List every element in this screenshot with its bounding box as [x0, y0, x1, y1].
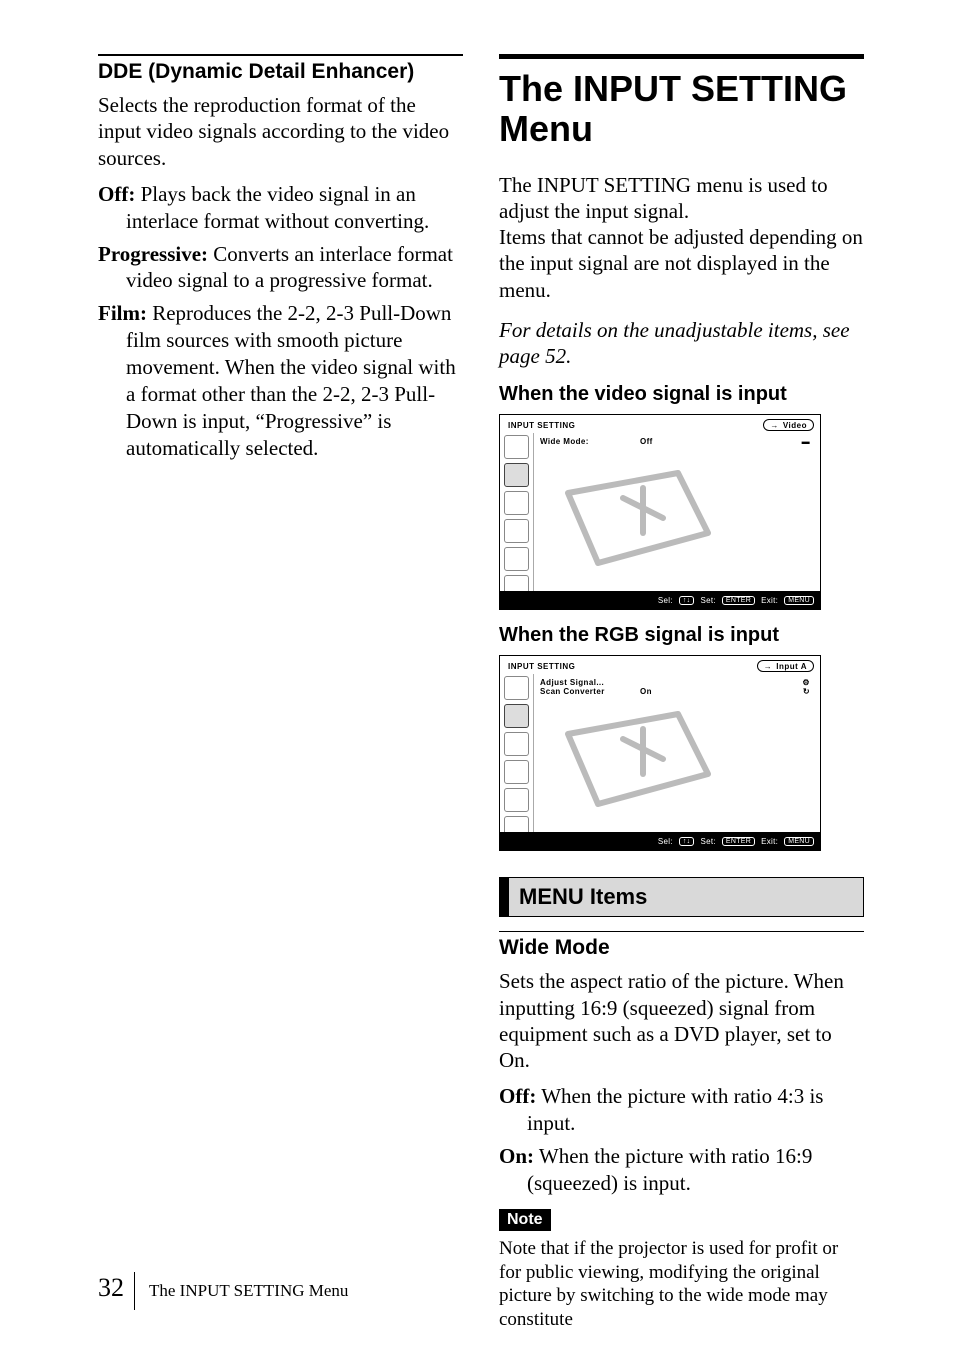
osd-row-wide-mode[interactable]: Wide Mode: Off ▬	[540, 437, 814, 446]
arrows-icon: ↑↓	[679, 837, 695, 846]
term: Progressive:	[98, 242, 208, 266]
when-rgb-heading: When the RGB signal is input	[499, 624, 864, 647]
osd-row-value	[640, 678, 680, 687]
osd-row-label: Wide Mode:	[540, 437, 640, 446]
osd-tab-icon[interactable]	[504, 435, 529, 459]
osd-body: Adjust Signal... ⚙ Scan Converter On ↻	[500, 674, 820, 832]
dde-item-off: Off: Plays back the video signal in an i…	[98, 181, 463, 235]
convert-icon: ↻	[680, 687, 814, 696]
osd-tab-icon[interactable]	[504, 463, 529, 487]
dde-item-progressive: Progressive: Converts an interlace forma…	[98, 241, 463, 295]
osd-row-label: Adjust Signal...	[540, 678, 640, 687]
osd-footer-sel: Sel:	[658, 596, 673, 605]
osd-footer-set: Set:	[700, 596, 715, 605]
osd-tab-icon[interactable]	[504, 547, 529, 571]
wide-mode-body: Sets the aspect ratio of the picture. Wh…	[499, 968, 864, 1073]
osd-row-value: Off	[640, 437, 680, 446]
dde-item-film: Film: Reproduces the 2-2, 2-3 Pull-Down …	[98, 300, 463, 461]
enter-badge: ENTER	[722, 596, 755, 605]
term: Film:	[98, 301, 147, 325]
osd-main: Wide Mode: Off ▬	[534, 433, 820, 591]
wide-mode-list: Off: When the picture with ratio 4:3 is …	[499, 1083, 864, 1197]
wide-mode-on: On: When the picture with ratio 16:9 (sq…	[499, 1143, 864, 1197]
two-column-layout: DDE (Dynamic Detail Enhancer) Selects th…	[98, 54, 864, 1332]
osd-screenshot-rgb: INPUT SETTING → Input A	[499, 655, 821, 851]
osd-main: Adjust Signal... ⚙ Scan Converter On ↻	[534, 674, 820, 832]
menu-badge: MENU	[784, 596, 814, 605]
osd-source-pill: → Video	[763, 419, 814, 431]
term: Off:	[98, 182, 135, 206]
aspect-icon: ▬	[680, 437, 814, 446]
osd-tab-icon[interactable]	[504, 519, 529, 543]
def: When the picture with ratio 16:9 (squeez…	[527, 1144, 812, 1195]
osd-sidebar	[500, 674, 534, 832]
right-column: The INPUT SETTING Menu The INPUT SETTING…	[499, 54, 864, 1332]
osd-background-logo-icon	[548, 463, 718, 573]
settings-icon: ⚙	[680, 678, 814, 687]
osd-footer-exit: Exit:	[761, 596, 778, 605]
wide-mode-off: Off: When the picture with ratio 4:3 is …	[499, 1083, 864, 1137]
osd-header: INPUT SETTING → Input A	[500, 656, 820, 674]
osd-header: INPUT SETTING → Video	[500, 415, 820, 433]
enter-badge: ENTER	[722, 837, 755, 846]
section-rule: DDE (Dynamic Detail Enhancer)	[98, 54, 463, 84]
term: On:	[499, 1144, 534, 1168]
osd-footer-exit: Exit:	[761, 837, 778, 846]
input-arrow-icon: →	[764, 662, 773, 671]
osd-source: Video	[783, 421, 807, 430]
osd-sidebar	[500, 433, 534, 591]
left-column: DDE (Dynamic Detail Enhancer) Selects th…	[98, 54, 463, 1332]
arrows-icon: ↑↓	[679, 596, 695, 605]
page-number: 32	[98, 1273, 124, 1303]
osd-tab-icon[interactable]	[504, 788, 529, 812]
when-video-heading: When the video signal is input	[499, 383, 864, 406]
osd-title: INPUT SETTING	[508, 662, 757, 671]
osd-body: Wide Mode: Off ▬	[500, 433, 820, 591]
def: Plays back the video signal in an interl…	[126, 182, 429, 233]
osd-screenshot-video: INPUT SETTING → Video	[499, 414, 821, 610]
osd-tab-icon[interactable]	[504, 676, 529, 700]
osd-tab-icon[interactable]	[504, 760, 529, 784]
osd-footer: Sel: ↑↓ Set: ENTER Exit: MENU	[500, 591, 820, 609]
menu-badge: MENU	[784, 837, 814, 846]
osd-background-logo-icon	[548, 704, 718, 814]
wide-mode-heading: Wide Mode	[499, 936, 864, 960]
osd-row-label: Scan Converter	[540, 687, 640, 696]
footer-title: The INPUT SETTING Menu	[134, 1272, 348, 1310]
see-page-note: For details on the unadjustable items, s…	[499, 317, 864, 370]
osd-row-adjust-signal[interactable]: Adjust Signal... ⚙	[540, 678, 814, 687]
dde-intro: Selects the reproduction format of the i…	[98, 92, 463, 171]
osd-title: INPUT SETTING	[508, 421, 763, 430]
page-title: The INPUT SETTING Menu	[499, 54, 864, 150]
term: Off:	[499, 1084, 536, 1108]
osd-row-scan-converter[interactable]: Scan Converter On ↻	[540, 687, 814, 696]
page: DDE (Dynamic Detail Enhancer) Selects th…	[0, 0, 954, 1352]
osd-footer-sel: Sel:	[658, 837, 673, 846]
osd-footer-set: Set:	[700, 837, 715, 846]
osd-tab-icon[interactable]	[504, 704, 529, 728]
def: Reproduces the 2-2, 2-3 Pull-Down film s…	[126, 301, 456, 459]
osd-row-value: On	[640, 687, 680, 696]
note-badge: Note	[499, 1209, 551, 1231]
osd-source: Input A	[776, 662, 807, 671]
dde-heading: DDE (Dynamic Detail Enhancer)	[98, 60, 463, 84]
intro-1: The INPUT SETTING menu is used to adjust…	[499, 172, 864, 225]
osd-tab-icon[interactable]	[504, 491, 529, 515]
osd-tab-icon[interactable]	[504, 732, 529, 756]
def: When the picture with ratio 4:3 is input…	[527, 1084, 823, 1135]
section-rule: Wide Mode	[499, 931, 864, 960]
intro-2: Items that cannot be adjusted depending …	[499, 224, 864, 303]
input-arrow-icon: →	[770, 421, 779, 430]
dde-list: Off: Plays back the video signal in an i…	[98, 181, 463, 462]
menu-items-heading: MENU Items	[499, 877, 864, 917]
page-footer: 32 The INPUT SETTING Menu	[98, 1272, 348, 1310]
osd-source-pill: → Input A	[757, 660, 814, 672]
osd-footer: Sel: ↑↓ Set: ENTER Exit: MENU	[500, 832, 820, 850]
note-body: Note that if the projector is used for p…	[499, 1237, 864, 1332]
